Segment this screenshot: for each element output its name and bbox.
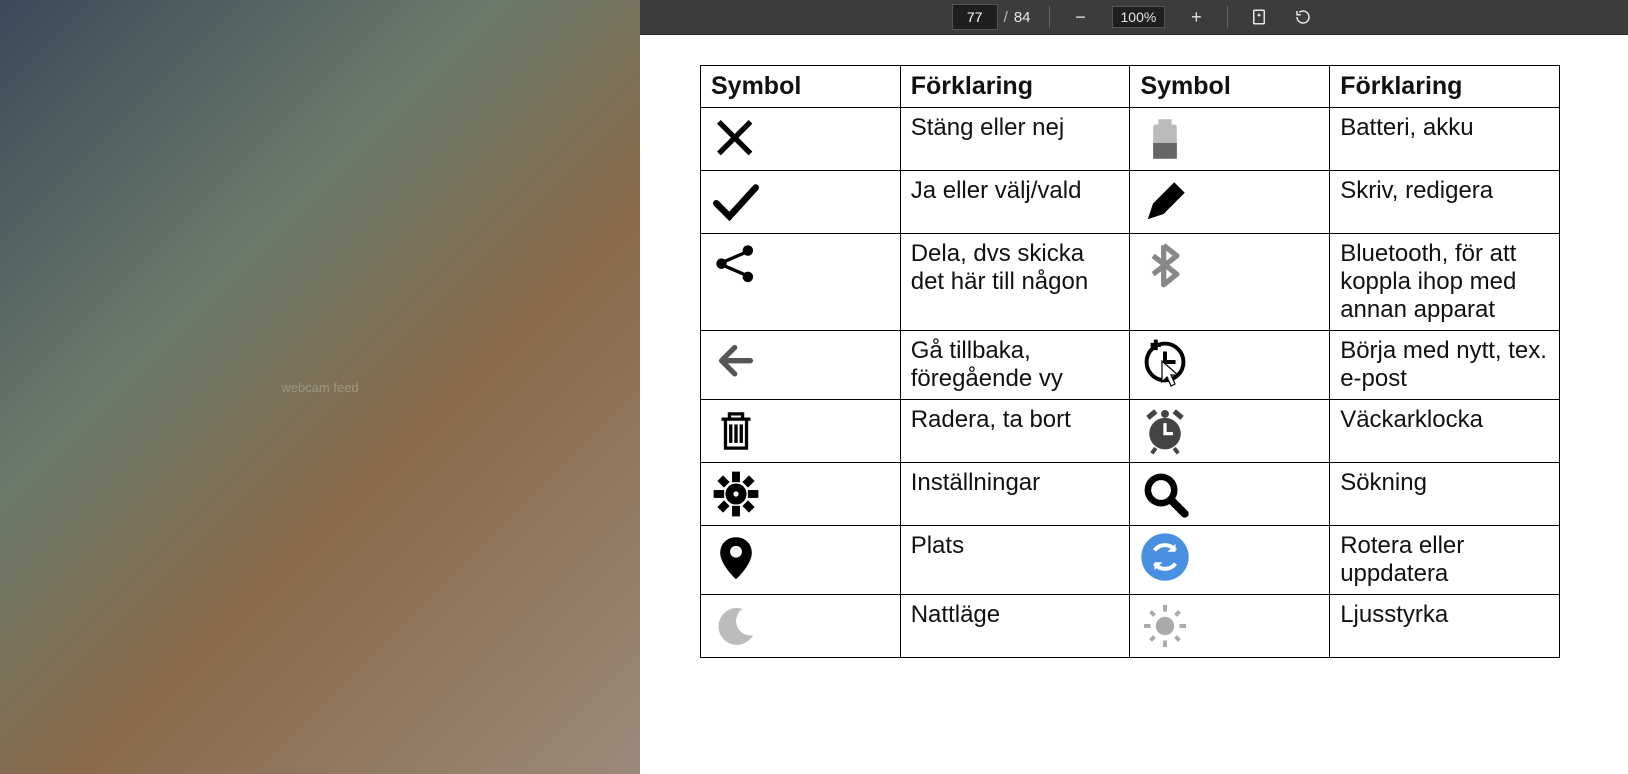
edit-icon [1130,171,1330,234]
zoom-level[interactable]: 100% [1112,6,1166,28]
header-explanation-1: Förklaring [900,66,1130,108]
pdf-viewer: / 84 − 100% + Symbol Förklaring [640,0,1628,774]
clock-plus-icon [1130,331,1330,400]
brightness-icon [1130,595,1330,658]
table-header-row: Symbol Förklaring Symbol Förklaring [701,66,1560,108]
gear-icon [701,463,901,526]
webcam-panel: webcam feed [0,0,640,774]
bluetooth-icon [1130,234,1330,331]
header-explanation-2: Förklaring [1330,66,1560,108]
table-row: Radera, ta bort Väckarklocka [701,400,1560,463]
trash-icon [701,400,901,463]
explanation-cell: Bluetooth, för att koppla ihop med annan… [1330,234,1560,331]
header-symbol-1: Symbol [701,66,901,108]
header-symbol-2: Symbol [1130,66,1330,108]
explanation-cell: Plats [900,526,1130,595]
explanation-cell: Rotera eller uppdatera [1330,526,1560,595]
table-row: Nattläge Ljusstyrka [701,595,1560,658]
rotate-button[interactable] [1290,4,1316,30]
page-current-input[interactable] [952,4,998,30]
pdf-toolbar: / 84 − 100% + [640,0,1628,35]
explanation-cell: Radera, ta bort [900,400,1130,463]
search-icon [1130,463,1330,526]
table-row: Ja eller välj/vald Skriv, redigera [701,171,1560,234]
explanation-cell: Väckarklocka [1330,400,1560,463]
table-row: Stäng eller nej Batteri, akku [701,108,1560,171]
page-total: 84 [1014,9,1031,26]
fit-page-button[interactable] [1246,4,1272,30]
explanation-cell: Ja eller välj/vald [900,171,1130,234]
page-indicator: / 84 [952,4,1031,30]
explanation-cell: Ljusstyrka [1330,595,1560,658]
table-row: Dela, dvs skicka det här till någon Bluet… [701,234,1560,331]
table-row: Plats Rotera eller uppdatera [701,526,1560,595]
table-row: Inställningar Sökning [701,463,1560,526]
location-icon [701,526,901,595]
check-icon [701,171,901,234]
document-page[interactable]: Symbol Förklaring Symbol Förklaring Stän… [640,35,1628,774]
night-icon [701,595,901,658]
close-icon [701,108,901,171]
back-icon [701,331,901,400]
refresh-icon [1130,526,1330,595]
toolbar-divider [1049,6,1050,28]
battery-icon [1130,108,1330,171]
explanation-cell: Inställningar [900,463,1130,526]
share-icon [701,234,901,331]
zoom-in-button[interactable]: + [1183,4,1209,30]
explanation-cell: Gå tillbaka, föregående vy [900,331,1130,400]
explanation-cell: Stäng eller nej [900,108,1130,171]
explanation-cell: Batteri, akku [1330,108,1560,171]
explanation-cell: Dela, dvs skicka det här till någon [900,234,1130,331]
table-row: Gå tillbaka, föregående vy Börja med nytt… [701,331,1560,400]
explanation-cell: Börja med nytt, tex. e-post [1330,331,1560,400]
explanation-cell: Skriv, redigera [1330,171,1560,234]
symbol-table: Symbol Förklaring Symbol Förklaring Stän… [700,65,1560,658]
alarm-icon [1130,400,1330,463]
page-separator: / [1004,9,1008,26]
webcam-placeholder: webcam feed [0,0,640,774]
explanation-cell: Sökning [1330,463,1560,526]
zoom-out-button[interactable]: − [1068,4,1094,30]
toolbar-divider [1227,6,1228,28]
explanation-cell: Nattläge [900,595,1130,658]
